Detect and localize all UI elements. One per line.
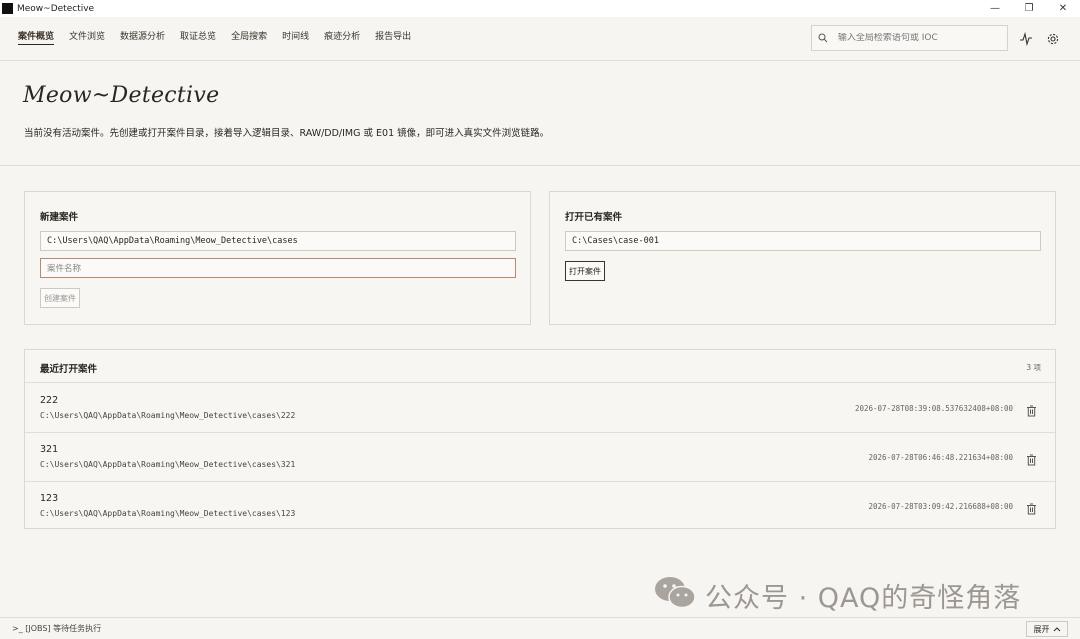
title-bar: Meow~Detective — ❐ ✕ — [0, 0, 1080, 17]
open-case-title: 打开已有案件 — [565, 212, 623, 223]
status-bar: >_ [JOBS] 等待任务执行 展开 — [0, 617, 1080, 639]
tab-report-export[interactable]: 报告导出 — [375, 29, 411, 45]
new-case-path-field[interactable]: C:\Users\QAQ\AppData\Roaming\Meow_Detect… — [40, 231, 516, 251]
case-name: 123 — [40, 493, 59, 504]
recent-count: 3 项 — [1026, 363, 1041, 372]
case-timestamp: 2026-07-28T08:39:08.537632408+08:00 — [854, 404, 1013, 413]
recent-case-row[interactable]: 222 C:\Users\QAQ\AppData\Roaming\Meow_De… — [25, 384, 1055, 433]
tab-bar: 案件概览 文件浏览 数据源分析 取证总览 全局搜索 时间线 痕迹分析 报告导出 — [18, 29, 426, 45]
search-icon — [812, 33, 834, 43]
wechat-icon — [653, 575, 697, 615]
terminal-prompt-icon: >_ — [12, 624, 23, 633]
recent-cases-header: 最近打开案件 3 项 — [25, 350, 1055, 383]
watermark: 公众号 · QAQ的奇怪角落 — [653, 575, 1021, 615]
new-case-title: 新建案件 — [40, 212, 79, 223]
case-path: C:\Users\QAQ\AppData\Roaming\Meow_Detect… — [40, 509, 296, 518]
brand-logo: Meow~Detective — [23, 83, 220, 108]
jobs-status-text: [JOBS] 等待任务执行 — [25, 624, 102, 633]
trash-icon[interactable] — [1026, 500, 1037, 515]
case-timestamp: 2026-07-28T06:46:48.221634+08:00 — [868, 453, 1014, 462]
global-search-input[interactable] — [837, 33, 1007, 43]
chevron-up-icon — [1053, 625, 1061, 634]
tab-global-search[interactable]: 全局搜索 — [231, 29, 267, 45]
tab-case-overview[interactable]: 案件概览 — [18, 29, 55, 45]
case-name: 222 — [40, 395, 59, 406]
case-name-field[interactable]: 案件名称 — [40, 258, 516, 278]
recent-cases-panel: 最近打开案件 3 项 222 C:\Users\QAQ\AppData\Roam… — [24, 349, 1056, 529]
open-case-path-field[interactable]: C:\Cases\case-001 — [565, 231, 1041, 251]
watermark-text: 公众号 · QAQ的奇怪角落 — [705, 582, 1022, 614]
tab-forensics-overview[interactable]: 取证总览 — [180, 29, 216, 45]
window-title: Meow~Detective — [17, 3, 95, 14]
create-case-button[interactable]: 创建案件 — [40, 288, 80, 308]
trash-icon[interactable] — [1026, 451, 1037, 466]
case-path: C:\Users\QAQ\AppData\Roaming\Meow_Detect… — [40, 460, 296, 469]
recent-case-row[interactable]: 123 C:\Users\QAQ\AppData\Roaming\Meow_De… — [25, 482, 1055, 531]
window-controls: — ❐ ✕ — [978, 0, 1080, 17]
top-navigation: 案件概览 文件浏览 数据源分析 取证总览 全局搜索 时间线 痕迹分析 报告导出 — [0, 17, 1080, 61]
tab-timeline[interactable]: 时间线 — [282, 29, 309, 45]
empty-state-description: 当前没有活动案件。先创建或打开案件目录，接着导入逻辑目录、RAW/DD/IMG … — [24, 128, 550, 139]
minimize-button[interactable]: — — [978, 0, 1012, 17]
recent-cases-title: 最近打开案件 — [40, 364, 98, 375]
app-icon — [2, 3, 13, 14]
expand-jobs-button[interactable]: 展开 — [1026, 621, 1068, 637]
open-case-panel: 打开已有案件 C:\Cases\case-001 打开案件 — [549, 191, 1056, 325]
recent-case-row[interactable]: 321 C:\Users\QAQ\AppData\Roaming\Meow_De… — [25, 433, 1055, 482]
case-timestamp: 2026-07-28T03:09:42.216688+08:00 — [868, 502, 1014, 511]
gear-icon[interactable] — [1046, 31, 1060, 45]
tab-trace-analysis[interactable]: 痕迹分析 — [324, 29, 360, 45]
case-path: C:\Users\QAQ\AppData\Roaming\Meow_Detect… — [40, 411, 296, 420]
expand-label: 展开 — [1033, 624, 1050, 634]
activity-icon[interactable] — [1019, 31, 1033, 47]
tab-datasource-analysis[interactable]: 数据源分析 — [120, 29, 165, 45]
jobs-status: >_ [JOBS] 等待任务执行 — [12, 623, 101, 634]
open-case-button[interactable]: 打开案件 — [565, 261, 605, 281]
case-name: 321 — [40, 444, 59, 455]
new-case-panel: 新建案件 C:\Users\QAQ\AppData\Roaming\Meow_D… — [24, 191, 531, 325]
close-button[interactable]: ✕ — [1046, 0, 1080, 17]
hero-section: Meow~Detective 当前没有活动案件。先创建或打开案件目录，接着导入逻… — [0, 61, 1080, 166]
global-search-box[interactable] — [811, 25, 1008, 51]
maximize-button[interactable]: ❐ — [1012, 0, 1046, 17]
tab-file-browse[interactable]: 文件浏览 — [69, 29, 105, 45]
trash-icon[interactable] — [1026, 402, 1037, 417]
